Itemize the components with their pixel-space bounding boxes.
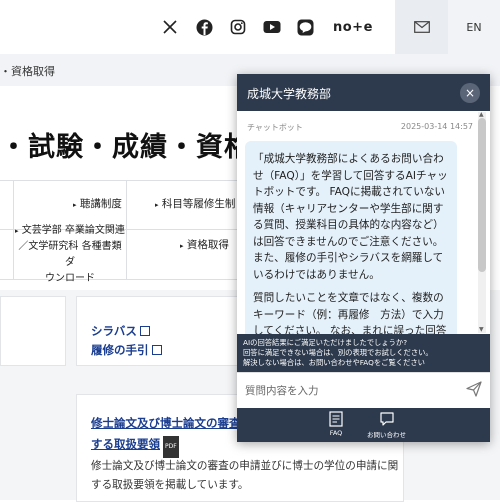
faq-button[interactable]: FAQ — [329, 411, 343, 437]
external-link-icon — [151, 345, 162, 355]
menu-item-thesis-documents[interactable]: ▸ 文芸学部 卒業論文関連 ／文学研究科 各種書類ダ ウンロード — [14, 223, 126, 287]
message-paragraph: 質問したいことを文章ではなく、複数のキーワード（例：再履修 方法）で入力してくだ… — [253, 292, 447, 334]
guide-link[interactable]: 履修の手引 — [91, 343, 149, 357]
instagram-icon[interactable] — [230, 14, 246, 40]
pdf-icon: PDF — [163, 436, 179, 458]
message-sender: チャットボット — [247, 123, 303, 132]
thesis-link-line2[interactable]: する取扱要領 — [91, 437, 160, 451]
message-timestamp: 2025-03-14 14:57 — [400, 122, 473, 131]
menu-item-label: ／文学研究科 各種書類ダ — [18, 241, 122, 268]
chat-bubble-icon — [379, 412, 394, 426]
menu-divider — [126, 181, 127, 279]
menu-item-credited-auditor[interactable]: ▸ 科目等履修生制 — [155, 196, 235, 213]
menu-item-label: ウンロード — [45, 273, 95, 284]
chat-title: 成城大学教務部 — [247, 87, 332, 101]
menu-item-label: 資格取得 — [186, 239, 229, 251]
site-header: no+e EN — [0, 0, 500, 54]
line-icon[interactable] — [297, 14, 314, 40]
note-link[interactable]: no+e — [333, 14, 373, 40]
chatbot-window: 成城大学教務部 × チャットボット 2025-03-14 14:57 「成城大学… — [237, 74, 490, 442]
card — [0, 296, 66, 366]
bot-message: 「成城大学教務部によくあるお問い合わせ（FAQ）」を学習して回答するAIチャット… — [245, 141, 457, 334]
scroll-up-icon[interactable]: ▲ — [479, 111, 484, 118]
scroll-down-icon[interactable]: ▼ — [479, 326, 484, 333]
mail-icon — [413, 21, 430, 33]
satisfaction-notice: AIの回答結果にご満足いただけましたでしょうか? 回答に満足できない場合は、別の… — [237, 334, 490, 372]
chat-input-area — [237, 372, 490, 409]
breadcrumb-current: ・資格取得 — [0, 65, 55, 78]
external-link-icon — [139, 326, 150, 336]
scrollbar-thumb[interactable] — [478, 118, 486, 272]
thesis-description: する取扱要領を掲載しています。 — [91, 479, 249, 491]
sub-menu: ▸ 聴講制度 ▸ 科目等履修生制 ▸ 文芸学部 卒業論文関連 ／文学研究科 各種… — [0, 180, 240, 284]
message-meta: チャットボット 2025-03-14 14:57 — [247, 122, 473, 133]
send-icon[interactable] — [466, 381, 482, 401]
faq-label: FAQ — [329, 429, 343, 437]
mail-button[interactable] — [395, 0, 448, 54]
contact-label: お問い合わせ — [367, 431, 406, 439]
close-icon[interactable]: × — [460, 83, 480, 103]
menu-item-auditing[interactable]: ▸ 聴講制度 — [73, 196, 122, 213]
youtube-icon[interactable] — [263, 14, 281, 40]
notice-line: 回答に満足できない場合は、別の表現でお試しください。 — [243, 348, 433, 357]
chat-input[interactable] — [243, 379, 457, 403]
menu-item-label: 科目等履修生制 — [161, 198, 236, 210]
chat-footer: FAQ お問い合わせ — [237, 408, 490, 442]
language-switch[interactable]: EN — [448, 0, 500, 54]
contact-button[interactable]: お問い合わせ — [367, 411, 406, 439]
notice-line: AIの回答結果にご満足いただけましたでしょうか? — [243, 338, 408, 347]
thesis-description: 修士論文及び博士論文の審査の申請並びに博士の学位の申請に関 — [91, 460, 399, 472]
chat-header: 成城大学教務部 × — [237, 74, 490, 111]
card-syllabus: シラバス 履修の手引 — [76, 296, 246, 366]
message-paragraph: 「成城大学教務部によくあるお問い合わせ（FAQ）」を学習して回答するAIチャット… — [253, 153, 448, 281]
notice-line: 解決しない場合は、お問い合わせやFAQをご覧ください — [243, 358, 425, 367]
facebook-icon[interactable] — [196, 14, 213, 40]
menu-item-label: 文芸学部 卒業論文関連 — [21, 225, 125, 236]
menu-item-label: 聴講制度 — [79, 198, 122, 210]
menu-item-qualifications[interactable]: ▸ 資格取得 — [180, 237, 229, 254]
syllabus-link[interactable]: シラバス — [91, 324, 137, 338]
chat-messages[interactable]: チャットボット 2025-03-14 14:57 「成城大学教務部によくあるお問… — [237, 111, 490, 334]
faq-icon — [329, 411, 343, 427]
x-icon[interactable] — [162, 14, 178, 40]
